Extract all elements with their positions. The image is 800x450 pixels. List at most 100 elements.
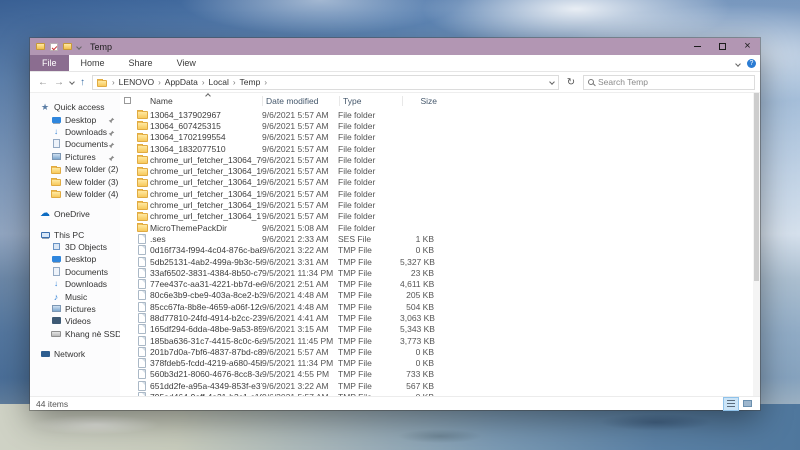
- file-icon: [138, 336, 146, 346]
- thumbnails-view-button[interactable]: [740, 398, 754, 410]
- qat-customize-chevron-icon[interactable]: [76, 44, 82, 50]
- sidebar-item-network[interactable]: Network: [30, 348, 120, 360]
- file-size: 1 KB: [400, 234, 438, 244]
- quick-access-toolbar: [30, 43, 81, 51]
- sidebar-item-documents[interactable]: Documents: [30, 266, 120, 278]
- file-icon: [138, 381, 146, 391]
- file-row[interactable]: MicroThemePackDir9/6/2021 5:08 AMFile fo…: [120, 222, 760, 233]
- file-row[interactable]: 378fdeb5-fcdd-4219-a680-45b3dcbc...9/5/2…: [120, 358, 760, 369]
- sidebar-item-desktop[interactable]: Desktop: [30, 113, 120, 125]
- file-row[interactable]: 88d77810-24fd-4914-b2cc-236d0f0a6...9/6/…: [120, 312, 760, 323]
- file-row[interactable]: 0d16f734-f994-4c04-876c-ba8fb3a31...9/6/…: [120, 245, 760, 256]
- file-row[interactable]: 13064_6074253159/6/2021 5:57 AMFile fold…: [120, 120, 760, 131]
- sidebar-item-documents[interactable]: Documents: [30, 138, 120, 150]
- file-date-modified: 9/6/2021 3:22 AM: [262, 245, 338, 255]
- sidebar-item-music[interactable]: ♪Music: [30, 290, 120, 302]
- column-header-date-modified[interactable]: Date modified: [263, 96, 339, 106]
- file-row[interactable]: 13064_18320775109/6/2021 5:57 AMFile fol…: [120, 143, 760, 154]
- sidebar-item-onedrive[interactable]: ☁OneDrive: [30, 208, 120, 220]
- file-row[interactable]: 80c6e3b9-cbe9-403a-8ce2-b3eeb341...9/6/2…: [120, 290, 760, 301]
- sidebar-item-new-folder-4-[interactable]: New folder (4): [30, 188, 120, 200]
- help-icon[interactable]: ?: [747, 59, 756, 68]
- scrollbar-thumb[interactable]: [754, 93, 759, 281]
- ribbon-tab-home[interactable]: Home: [69, 55, 117, 71]
- file-row[interactable]: 795ad464-9eff-4a31-b3c1-c102aac7d0...9/6…: [120, 391, 760, 396]
- sidebar-item-3d-objects[interactable]: 3D Objects: [30, 241, 120, 253]
- videos-icon: [51, 316, 61, 326]
- sidebar-item-label: Desktop: [65, 115, 96, 125]
- sidebar-item-new-folder-3-[interactable]: New folder (3): [30, 175, 120, 187]
- file-row[interactable]: chrome_url_fetcher_13064_10473745249/6/2…: [120, 165, 760, 176]
- back-button[interactable]: ←: [38, 77, 48, 88]
- file-date-modified: 9/6/2021 5:08 AM: [262, 223, 338, 233]
- qat-properties-icon[interactable]: [50, 43, 58, 51]
- ribbon-tab-view[interactable]: View: [165, 55, 208, 71]
- breadcrumb-item-appdata[interactable]: AppData: [165, 77, 198, 87]
- refresh-button[interactable]: ↻: [563, 77, 579, 88]
- sidebar-item-pictures[interactable]: Pictures: [30, 303, 120, 315]
- file-row[interactable]: 85cc67fa-8b8e-4659-a06f-12c977278...9/6/…: [120, 301, 760, 312]
- forward-button[interactable]: →: [54, 77, 64, 88]
- sidebar-item-quick-access[interactable]: ★Quick access: [30, 101, 120, 113]
- file-row[interactable]: chrome_url_fetcher_13064_7614657069/6/20…: [120, 154, 760, 165]
- desktop-icon-shape: [52, 256, 61, 262]
- file-row[interactable]: 13064_17021995549/6/2021 5:57 AMFile fol…: [120, 132, 760, 143]
- column-header-type[interactable]: Type: [340, 96, 402, 106]
- maximize-icon: [719, 43, 726, 50]
- file-date-modified: 9/6/2021 5:57 AM: [262, 144, 338, 154]
- up-button[interactable]: ↑: [80, 77, 85, 88]
- titlebar[interactable]: Temp ×: [30, 38, 760, 55]
- select-all-checkbox[interactable]: [124, 97, 131, 104]
- search-icon: [588, 79, 594, 85]
- row-icon-area: [134, 290, 150, 300]
- sidebar-item-downloads[interactable]: ↓Downloads: [30, 278, 120, 290]
- expand-ribbon-chevron-icon[interactable]: [735, 61, 741, 67]
- file-row[interactable]: chrome_url_fetcher_13064_17869929269/6/2…: [120, 211, 760, 222]
- file-row[interactable]: 185ba636-31c7-4415-8c0c-6a7600ae6...9/5/…: [120, 335, 760, 346]
- file-row[interactable]: chrome_url_fetcher_13064_15421858019/6/2…: [120, 188, 760, 199]
- sidebar-item-khang-n-ssd-c-[interactable]: Khang nè SSD (C:): [30, 328, 120, 340]
- file-row[interactable]: chrome_url_fetcher_13064_10937183449/6/2…: [120, 177, 760, 188]
- address-dropdown-chevron-icon[interactable]: [549, 79, 555, 85]
- ribbon-tab-share[interactable]: Share: [117, 55, 165, 71]
- column-header-size[interactable]: Size: [403, 96, 441, 106]
- breadcrumb-item-lenovo[interactable]: LENOVO: [119, 77, 154, 87]
- details-view-button[interactable]: [724, 398, 738, 410]
- file-row[interactable]: 651dd2fe-a95a-4349-853f-e3788fc00...9/6/…: [120, 380, 760, 391]
- sidebar-item-videos[interactable]: Videos: [30, 315, 120, 327]
- close-button[interactable]: ×: [735, 38, 760, 55]
- file-name: 13064_137902967: [150, 110, 262, 120]
- sidebar-item-desktop[interactable]: Desktop: [30, 253, 120, 265]
- sidebar-item-label: OneDrive: [54, 209, 90, 219]
- minimize-button[interactable]: [685, 38, 710, 55]
- sidebar-item-this-pc[interactable]: This PC: [30, 229, 120, 241]
- file-row[interactable]: 201b7d0a-7bf6-4837-87bd-c8d0faa1c...9/6/…: [120, 346, 760, 357]
- recent-locations-chevron-icon[interactable]: [69, 79, 75, 85]
- sidebar-item-pictures[interactable]: Pictures: [30, 151, 120, 163]
- file-date-modified: 9/6/2021 5:57 AM: [262, 121, 338, 131]
- file-row[interactable]: .ses9/6/2021 2:33 AMSES File1 KB: [120, 233, 760, 244]
- file-row[interactable]: 77ee437c-aa31-4221-bb7d-eeeb592a...9/6/2…: [120, 278, 760, 289]
- row-icon-area: [134, 336, 150, 346]
- file-row[interactable]: chrome_url_fetcher_13064_15618534399/6/2…: [120, 199, 760, 210]
- file-row[interactable]: 33af6502-3831-4384-8b50-c78cc73f6...9/5/…: [120, 267, 760, 278]
- file-row[interactable]: 13064_1379029679/6/2021 5:57 AMFile fold…: [120, 109, 760, 120]
- breadcrumb-item-temp[interactable]: Temp: [240, 77, 261, 87]
- file-date-modified: 9/6/2021 4:48 AM: [262, 290, 338, 300]
- file-type: TMP File: [338, 358, 400, 368]
- file-row[interactable]: 5db25131-4ab2-499a-9b3c-56c041eb...9/6/2…: [120, 256, 760, 267]
- file-row[interactable]: 560b3d21-8060-4676-8cc8-3adfa5466...9/5/…: [120, 369, 760, 380]
- search-box[interactable]: [583, 75, 755, 90]
- maximize-button[interactable]: [710, 38, 735, 55]
- file-date-modified: 9/6/2021 5:57 AM: [262, 347, 338, 357]
- sidebar-item-new-folder-2-[interactable]: New folder (2): [30, 163, 120, 175]
- vertical-scrollbar[interactable]: [753, 93, 760, 396]
- qat-new-folder-icon[interactable]: [63, 43, 72, 50]
- file-row[interactable]: 165df294-6dda-48be-9a53-852a6882...9/6/2…: [120, 324, 760, 335]
- file-size: 3,773 KB: [400, 336, 438, 346]
- breadcrumb-item-local[interactable]: Local: [209, 77, 229, 87]
- search-input[interactable]: [598, 77, 750, 87]
- ribbon-tab-file[interactable]: File: [30, 55, 69, 71]
- sidebar-item-downloads[interactable]: ↓Downloads: [30, 126, 120, 138]
- address-bar[interactable]: ›LENOVO›AppData›Local›Temp›: [92, 75, 559, 90]
